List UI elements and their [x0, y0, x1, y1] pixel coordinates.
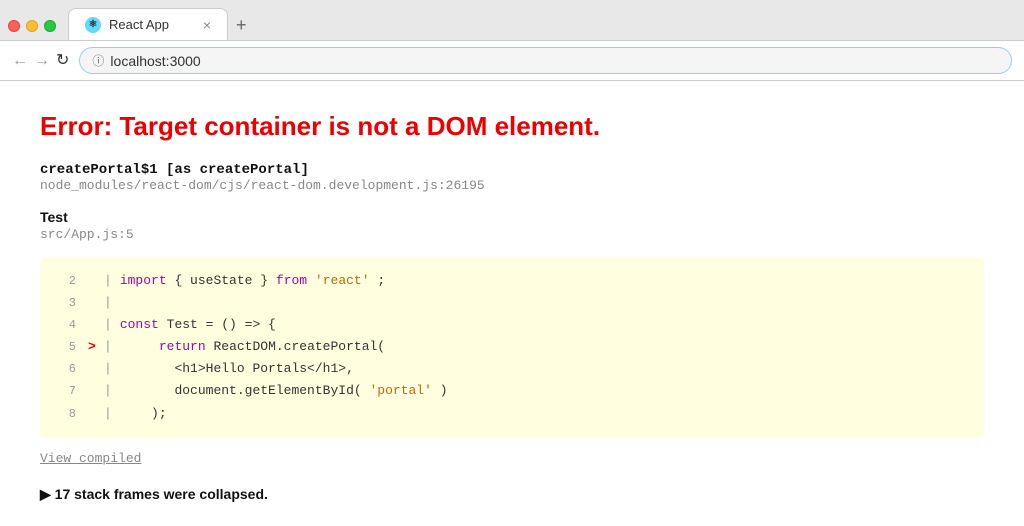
line-number: 4	[56, 315, 76, 335]
line-number: 7	[56, 381, 76, 401]
back-button[interactable]: ←	[12, 53, 28, 69]
line-arrow	[88, 270, 102, 292]
code-text: document.getElementById( 'portal' )	[120, 380, 448, 402]
line-number: 6	[56, 359, 76, 379]
line-number: 8	[56, 404, 76, 424]
code-line-3: 3 |	[56, 292, 968, 314]
line-pipe: |	[104, 403, 112, 425]
traffic-lights	[8, 20, 56, 32]
code-block: 2 | import { useState } from 'react' ; 3…	[40, 258, 984, 437]
line-arrow	[88, 358, 102, 380]
code-line-6: 6 | <h1>Hello Portals</h1>,	[56, 358, 968, 380]
tab-title: React App	[109, 17, 169, 32]
module-frame: Module.<anonymous> src/index.js:7	[40, 523, 984, 526]
view-compiled-link[interactable]: View compiled	[40, 451, 984, 466]
tab-close-icon[interactable]: ×	[203, 18, 211, 32]
line-arrow	[88, 314, 102, 336]
component-src: src/App.js:5	[40, 227, 984, 242]
line-arrow	[88, 380, 102, 402]
line-number: 5	[56, 337, 76, 357]
line-pipe: |	[104, 270, 112, 292]
close-traffic-light[interactable]	[8, 20, 20, 32]
info-icon: ⓘ	[92, 52, 104, 69]
stack-frame-createportal: createPortal$1 [as createPortal] node_mo…	[40, 162, 984, 193]
code-text: import { useState } from 'react' ;	[120, 270, 385, 292]
code-text: const Test = () => {	[120, 314, 276, 336]
line-pipe: |	[104, 292, 112, 314]
tab-favicon-icon: ⚛	[85, 17, 101, 33]
url-bar[interactable]: ⓘ localhost:3000	[79, 47, 1012, 74]
line-pipe: |	[104, 380, 112, 402]
code-text: return ReactDOM.createPortal(	[120, 336, 385, 358]
collapsed-frames[interactable]: 17 stack frames were collapsed.	[40, 486, 984, 503]
line-number: 2	[56, 271, 76, 291]
stack-frame-test: Test src/App.js:5	[40, 209, 984, 242]
code-line-5: 5 > | return ReactDOM.createPortal(	[56, 336, 968, 358]
line-arrow	[88, 292, 102, 314]
address-bar: ← → ↻ ⓘ localhost:3000	[0, 40, 1024, 80]
module-function-name: Module.<anonymous>	[40, 523, 984, 526]
code-line-8: 8 | );	[56, 403, 968, 425]
browser-chrome: ⚛ React App × + ← → ↻ ⓘ localhost:3000	[0, 0, 1024, 81]
code-line-2: 2 | import { useState } from 'react' ;	[56, 270, 968, 292]
maximize-traffic-light[interactable]	[44, 20, 56, 32]
line-pipe: |	[104, 314, 112, 336]
line-arrow	[88, 403, 102, 425]
line-number: 3	[56, 293, 76, 313]
line-pipe: |	[104, 336, 112, 358]
active-tab[interactable]: ⚛ React App ×	[68, 8, 228, 40]
tab-bar: ⚛ React App × +	[0, 0, 1024, 40]
code-text: );	[120, 403, 167, 425]
forward-button[interactable]: →	[34, 53, 50, 69]
minimize-traffic-light[interactable]	[26, 20, 38, 32]
new-tab-button[interactable]: +	[236, 16, 247, 34]
error-title: Error: Target container is not a DOM ele…	[40, 111, 984, 142]
reload-button[interactable]: ↻	[56, 53, 69, 69]
error-arrow-icon: >	[88, 336, 102, 358]
component-name: Test	[40, 209, 984, 225]
url-text: localhost:3000	[110, 53, 200, 69]
code-line-7: 7 | document.getElementById( 'portal' )	[56, 380, 968, 402]
frame-function-name: createPortal$1 [as createPortal]	[40, 162, 984, 178]
code-text	[120, 292, 128, 314]
nav-buttons: ← → ↻	[12, 53, 69, 69]
line-pipe: |	[104, 358, 112, 380]
frame-location: node_modules/react-dom/cjs/react-dom.dev…	[40, 178, 984, 193]
code-line-4: 4 | const Test = () => {	[56, 314, 968, 336]
code-text: <h1>Hello Portals</h1>,	[120, 358, 354, 380]
page-content: Error: Target container is not a DOM ele…	[0, 81, 1024, 526]
